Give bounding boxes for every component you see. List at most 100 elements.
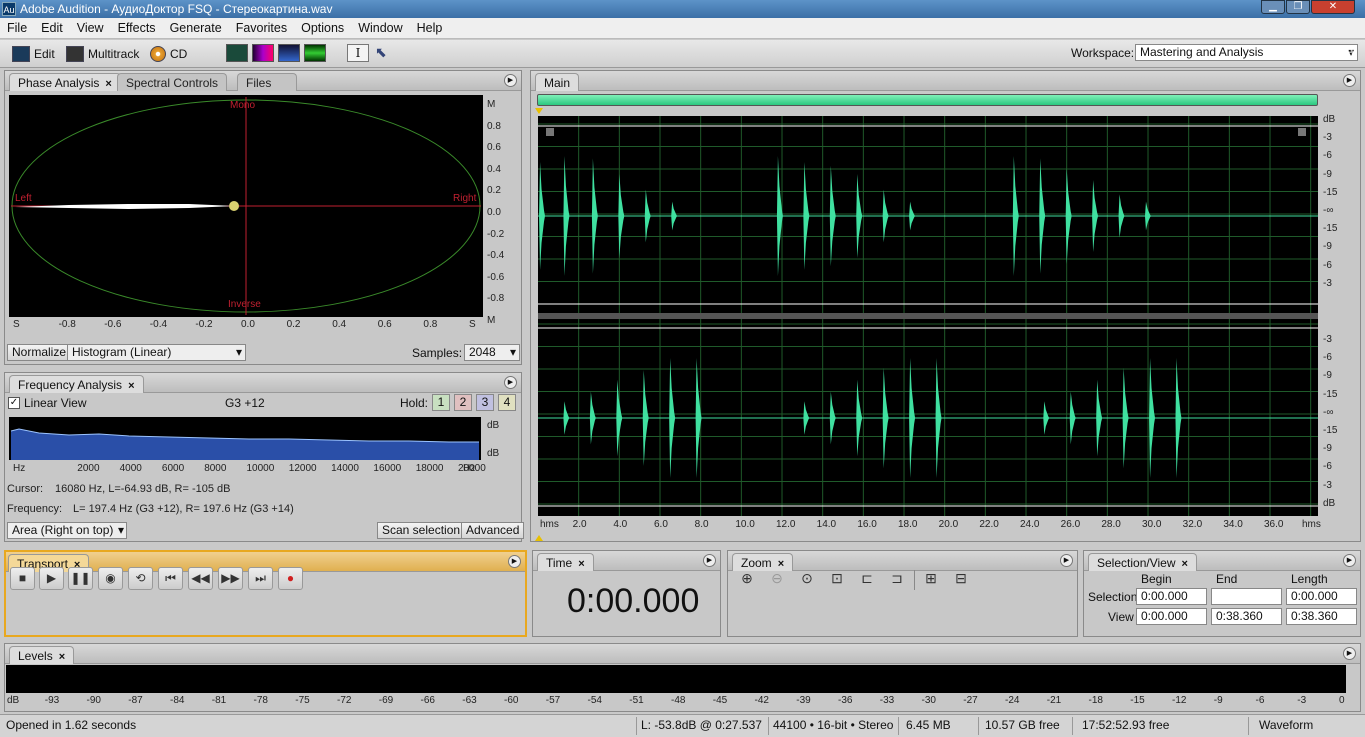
zoom-full-icon[interactable]: ⊙ (796, 570, 818, 590)
hold-1-button[interactable]: 1 (432, 394, 450, 411)
menu-favorites[interactable]: Favorites (229, 18, 294, 39)
close-icon[interactable]: × (1182, 558, 1188, 570)
close-button[interactable]: ✕ (1311, 0, 1355, 14)
panel-menu-icon[interactable]: ▶ (504, 376, 517, 389)
fast-forward-button[interactable]: ▶▶ (218, 567, 243, 590)
panel-menu-icon[interactable]: ▶ (1060, 554, 1073, 567)
waveform-area[interactable] (538, 116, 1318, 516)
play-from-cursor-button[interactable]: ◉ (98, 567, 123, 590)
menu-effects[interactable]: Effects (111, 18, 163, 39)
time-tick: 10.0 (735, 519, 755, 530)
tab-label: Selection/View (1097, 556, 1176, 570)
menu-edit[interactable]: Edit (34, 18, 70, 39)
panel-menu-icon[interactable]: ▶ (1343, 74, 1356, 87)
freq-x-tick: 16000 (373, 463, 402, 474)
phase-y-tick: M (487, 315, 496, 326)
panel-menu-icon[interactable]: ▶ (504, 74, 517, 87)
playhead-bottom-marker-icon[interactable] (535, 535, 543, 541)
play-button[interactable]: ▶ (39, 567, 64, 590)
divider (1072, 717, 1073, 735)
tab-levels[interactable]: Levels × (9, 646, 75, 664)
close-icon[interactable]: × (578, 558, 584, 570)
panel-menu-icon[interactable]: ▶ (1343, 647, 1356, 660)
maximize-button[interactable]: ❐ (1286, 0, 1310, 14)
zoom-right-edge-icon[interactable]: ⊐ (886, 570, 908, 590)
close-icon[interactable]: × (128, 380, 134, 392)
cd-view-button[interactable]: CD (150, 44, 187, 64)
zoom-left-edge-icon[interactable]: ⊏ (856, 570, 878, 590)
zoom-in-vertical-icon[interactable]: ⊞ (920, 570, 942, 590)
tab-spectral-controls[interactable]: Spectral Controls (117, 73, 228, 91)
level-tick: -66 (420, 695, 435, 706)
spectral-phase-button[interactable] (304, 44, 326, 62)
view-begin-field[interactable]: 0:00.000 (1136, 608, 1207, 625)
multitrack-view-button[interactable]: Multitrack (66, 44, 139, 64)
menu-file[interactable]: File (0, 18, 34, 39)
tab-phase-analysis[interactable]: Phase Analysis × (9, 73, 121, 91)
linear-view-checkbox[interactable]: ✓ (8, 397, 20, 409)
loop-button[interactable]: ⟲ (128, 567, 153, 590)
selection-length-field[interactable]: 0:00.000 (1286, 588, 1357, 605)
waveform-display-button[interactable] (226, 44, 248, 62)
hold-3-button[interactable]: 3 (476, 394, 494, 411)
panel-menu-icon[interactable]: ▶ (703, 554, 716, 567)
zoom-selection-icon[interactable]: ⊡ (826, 570, 848, 590)
menu-window[interactable]: Window (351, 18, 409, 39)
tab-frequency-analysis[interactable]: Frequency Analysis × (9, 375, 144, 393)
time-selection-tool[interactable]: I (347, 44, 369, 62)
spectral-pan-button[interactable] (278, 44, 300, 62)
menu-view[interactable]: View (70, 18, 111, 39)
marquee-tool-icon[interactable]: ⬉ (375, 44, 395, 62)
close-icon[interactable]: × (105, 78, 111, 90)
playhead-marker-icon[interactable] (535, 108, 543, 114)
status-bar: Opened in 1.62 seconds L: -53.8dB @ 0:27… (0, 714, 1365, 737)
zoom-in-horizontal-icon[interactable]: ⊕ (736, 570, 758, 590)
panel-menu-icon[interactable]: ▶ (508, 555, 521, 568)
menu-generate[interactable]: Generate (163, 18, 229, 39)
tab-zoom[interactable]: Zoom × (732, 553, 794, 571)
normalize-button[interactable]: Normalize (7, 344, 72, 361)
advanced-button[interactable]: Advanced (461, 522, 525, 539)
time-tick: 20.0 (938, 519, 959, 530)
panel-header: Phase Analysis × Spectral Controls Files … (5, 71, 521, 91)
pause-button[interactable]: ❚❚ (68, 567, 93, 590)
zoom-out-horizontal-icon[interactable]: ⊖ (766, 570, 788, 590)
waveform-burst (909, 201, 916, 231)
tab-selection-view[interactable]: Selection/View × (1088, 553, 1197, 571)
tab-time[interactable]: Time × (537, 553, 594, 571)
zoom-out-vertical-icon[interactable]: ⊟ (950, 570, 972, 590)
tab-files[interactable]: Files (237, 73, 297, 91)
menu-options[interactable]: Options (294, 18, 351, 39)
close-icon[interactable]: × (778, 558, 784, 570)
level-tick: -48 (671, 695, 686, 706)
view-length-field[interactable]: 0:38.360 (1286, 608, 1357, 625)
divider (898, 717, 899, 735)
hold-2-button[interactable]: 2 (454, 394, 472, 411)
panel-menu-icon[interactable]: ▶ (1343, 554, 1356, 567)
close-icon[interactable]: × (59, 651, 65, 663)
freq-x-tick: 2000 (77, 463, 100, 474)
go-to-end-button[interactable]: ⏭ (248, 567, 273, 590)
selection-begin-field[interactable]: 0:00.000 (1136, 588, 1207, 605)
hold-4-button[interactable]: 4 (498, 394, 516, 411)
go-to-start-button[interactable]: ⏮ (158, 567, 183, 590)
minimize-button[interactable]: ▁ (1261, 0, 1285, 14)
overview-bar[interactable] (537, 94, 1318, 106)
record-button[interactable]: ● (278, 567, 303, 590)
time-tick: 4.0 (613, 519, 628, 530)
cd-icon (150, 46, 166, 62)
spectral-frequency-button[interactable] (252, 44, 274, 62)
samples-select[interactable]: 2048 ▾ (464, 344, 520, 361)
phase-mode-select[interactable]: Histogram (Linear) ▾ (67, 344, 246, 361)
view-end-field[interactable]: 0:38.360 (1211, 608, 1282, 625)
menu-help[interactable]: Help (410, 18, 450, 39)
area-mode-select[interactable]: Area (Right on top) ▾ (7, 522, 127, 539)
level-tick: -63 (462, 695, 477, 706)
selection-end-field[interactable] (1211, 588, 1282, 605)
stop-button[interactable]: ■ (10, 567, 35, 590)
rewind-button[interactable]: ◀◀ (188, 567, 213, 590)
waveform-burst (644, 189, 651, 243)
scan-selection-button[interactable]: Scan selection (377, 522, 466, 539)
tab-main[interactable]: Main (535, 73, 580, 91)
edit-view-button[interactable]: Edit (12, 44, 55, 64)
